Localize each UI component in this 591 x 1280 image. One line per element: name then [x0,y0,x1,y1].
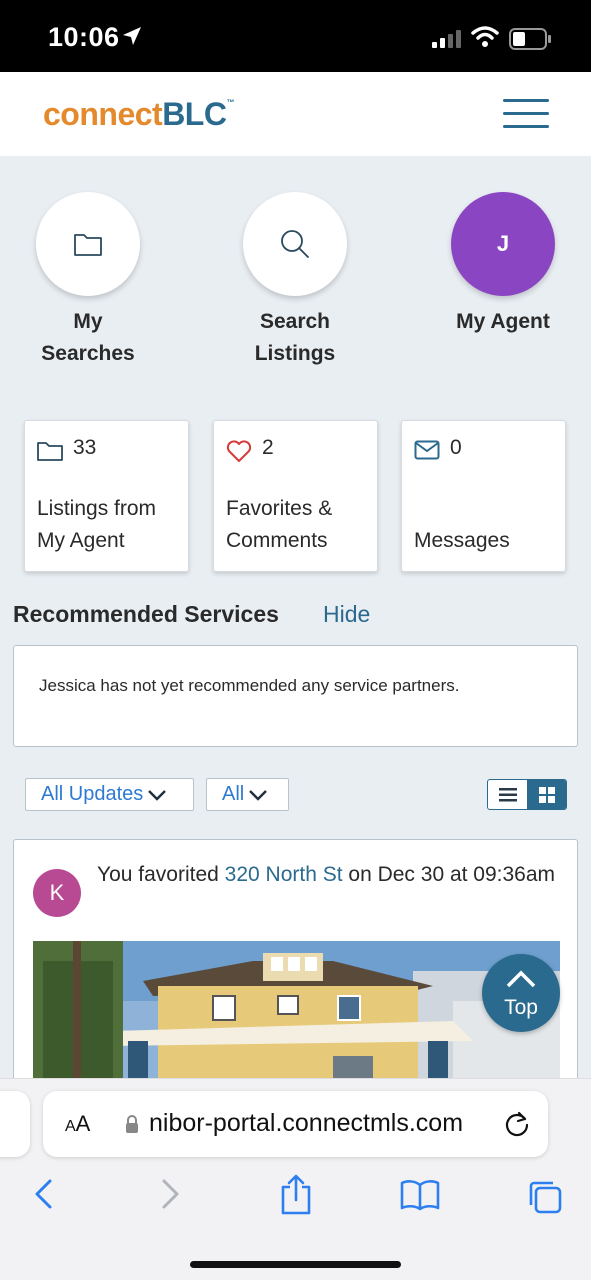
share-icon[interactable] [279,1173,313,1215]
view-toggle [487,779,567,810]
battery-icon [509,28,551,50]
previous-tab-preview[interactable] [0,1091,30,1157]
aa-large: A [75,1111,91,1136]
cellular-signal-icon [432,30,461,48]
forward-icon[interactable] [160,1177,182,1211]
messages-label: Messages [414,529,510,552]
recommended-services-title: Recommended Services [13,601,279,627]
logo-text-blc: BLC [162,96,227,132]
browser-toolbar: AA nibor-portal.connectmls.com [0,1078,591,1280]
favorites-label: Favorites & Comments [226,497,333,552]
folder-icon [74,234,102,256]
logo-text-connect: connect [43,96,163,132]
recommended-services-box: Jessica has not yet recommended any serv… [13,645,578,747]
hamburger-menu-icon[interactable] [503,99,549,131]
agent-avatar[interactable]: J [451,192,555,296]
reader-settings-button[interactable]: AA [65,1111,90,1137]
listings-label: Listings from My Agent [37,497,157,552]
status-time: 10:06 [48,22,120,52]
favorites-count: 2 [262,436,274,459]
search-listings-nav[interactable]: Search Listings [243,192,347,365]
hide-link[interactable]: Hide [323,601,370,628]
messages-count: 0 [450,436,462,459]
list-view-button[interactable] [488,780,527,809]
user-avatar: K [33,869,81,917]
reload-icon[interactable] [503,1109,531,1137]
search-listings-label: Search Listings [254,310,336,365]
connectblc-logo[interactable]: connectBLC™ [43,96,234,133]
status-bar: 10:06 [0,0,591,72]
scroll-to-top-button[interactable]: Top [482,954,560,1032]
top-button-label: Top [504,996,538,1019]
location-arrow-icon [123,27,141,45]
updates-filter-dropdown[interactable]: All Updates [25,778,194,811]
updates-filter-label: All Updates [41,783,144,805]
search-listings-button[interactable] [243,192,347,296]
folder-icon [37,442,63,461]
home-indicator [190,1261,401,1268]
app-header: connectBLC™ [0,72,591,156]
my-searches-button[interactable] [36,192,140,296]
chevron-up-icon [506,970,536,988]
feed-item-text: You favorited 320 North St on Dec 30 at … [97,859,567,891]
wifi-icon [471,26,499,47]
listing-photo[interactable] [33,941,560,1088]
messages-card[interactable]: 0 Messages [401,420,566,572]
back-icon[interactable] [32,1177,54,1211]
my-searches-label: My Searches [41,310,135,365]
feed-text-before: You favorited [97,863,225,886]
mail-icon [414,440,440,460]
lock-icon [126,1115,138,1133]
recommended-empty-text: Jessica has not yet recommended any serv… [39,676,460,695]
tabs-icon[interactable] [527,1179,563,1215]
logo-trademark: ™ [226,98,234,107]
my-agent-label: My Agent [456,310,550,333]
list-icon [498,787,517,801]
my-searches-nav[interactable]: My Searches [36,192,140,365]
aa-small: A [65,1118,76,1135]
listings-card[interactable]: 33 Listings from My Agent [24,420,189,572]
my-agent-nav[interactable]: J My Agent [451,192,555,333]
house-photo-image [33,941,560,1088]
chevron-down-icon [148,789,167,801]
address-bar[interactable]: AA nibor-portal.connectmls.com [43,1091,548,1157]
type-filter-dropdown[interactable]: All [206,778,289,811]
type-filter-label: All [222,783,245,805]
listings-count: 33 [73,436,97,459]
grid-view-button[interactable] [527,780,566,809]
heart-icon [226,440,252,462]
listing-address-link[interactable]: 320 North St [225,863,343,886]
favorites-card[interactable]: 2 Favorites & Comments [213,420,378,572]
url-text: nibor-portal.connectmls.com [149,1109,464,1137]
feed-text-after: on Dec 30 at 09:36am [342,863,556,886]
chevron-down-icon [249,789,268,801]
search-icon [281,230,309,258]
bookmarks-icon[interactable] [400,1179,440,1211]
grid-icon [538,786,555,803]
